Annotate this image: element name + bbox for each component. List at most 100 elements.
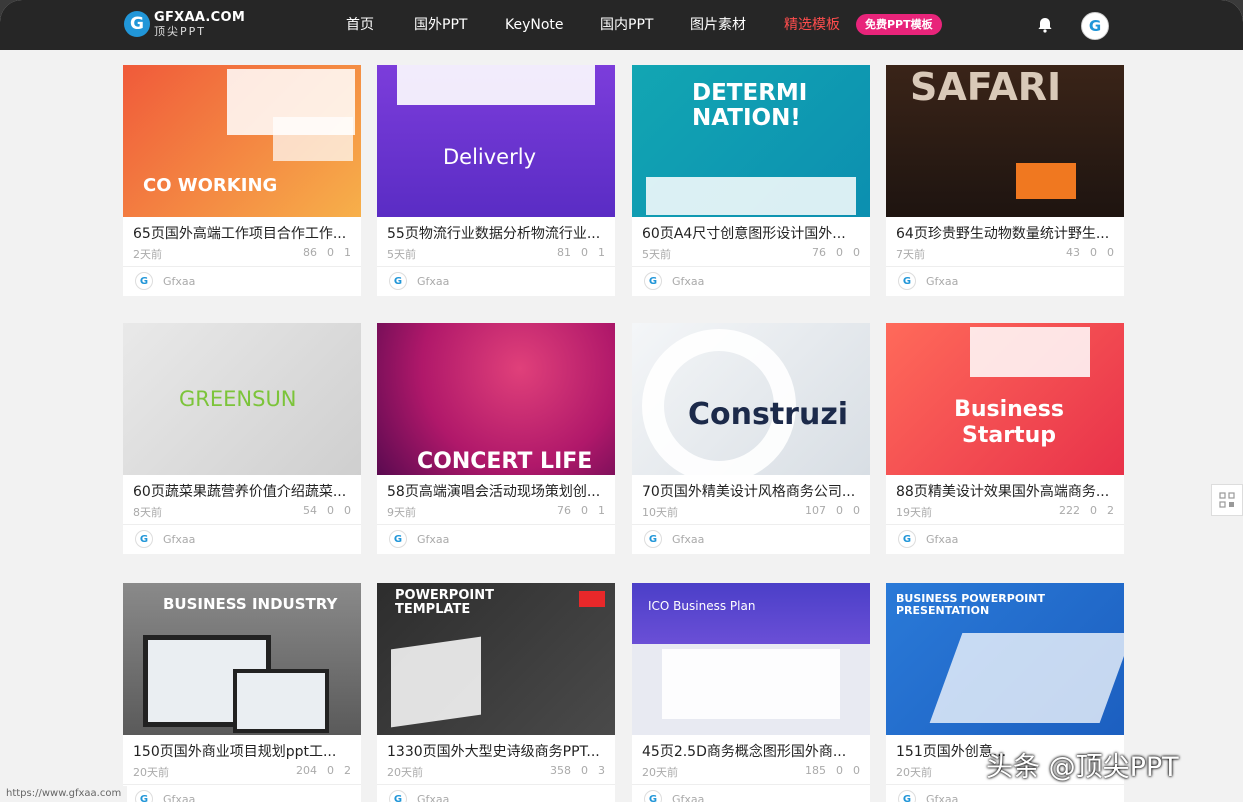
card-thumbnail[interactable]: Deliverly <box>377 65 615 217</box>
view-count: 204 <box>296 764 317 777</box>
view-count: 222 <box>1059 504 1080 517</box>
card-title[interactable]: 60页蔬菜果蔬营养价值介绍蔬菜... <box>133 481 353 501</box>
view-count: 86 <box>303 246 317 259</box>
card-author[interactable]: G Gfxaa <box>898 272 958 290</box>
card-thumbnail[interactable]: POWERPOINT TEMPLATE <box>377 583 615 735</box>
card-thumbnail[interactable]: Business Startup <box>886 323 1124 475</box>
template-card[interactable]: CONCERT LIFE 58页高端演唱会活动现场策划创... 9天前 76 0 1… <box>377 323 615 554</box>
card-date: 19天前 <box>896 506 932 519</box>
status-bar-url: https://www.gfxaa.com <box>0 786 128 802</box>
card-thumbnail[interactable]: Construzi <box>632 323 870 475</box>
card-thumbnail[interactable]: GREENSUN <box>123 323 361 475</box>
qr-code-icon[interactable] <box>1211 484 1243 516</box>
card-title[interactable]: 70页国外精美设计风格商务公司... <box>642 481 862 501</box>
template-card[interactable]: DETERMINATION! 60页A4尺寸创意图形设计国外... 5天前 76… <box>632 65 870 296</box>
card-thumbnail[interactable]: CO WORKING <box>123 65 361 217</box>
comment-count: 0 <box>836 246 843 259</box>
author-name: Gfxaa <box>672 274 705 288</box>
view-count: 76 <box>557 504 571 517</box>
card-thumbnail[interactable]: CONCERT LIFE <box>377 323 615 475</box>
card-author[interactable]: G Gfxaa <box>389 530 449 548</box>
card-meta: 19天前 222 0 2 <box>896 504 1114 520</box>
nav-domestic-ppt[interactable]: 国内PPT <box>600 0 653 50</box>
template-card[interactable]: Deliverly 55页物流行业数据分析物流行业... 5天前 81 0 1 GG… <box>377 65 615 296</box>
like-count: 0 <box>853 246 860 259</box>
nav-home[interactable]: 首页 <box>346 0 374 50</box>
card-title[interactable]: 64页珍贵野生动物数量统计野生... <box>896 223 1116 243</box>
card-title[interactable]: 65页国外高端工作项目合作工作... <box>133 223 353 243</box>
card-date: 20天前 <box>133 766 169 779</box>
nav-foreign-ppt[interactable]: 国外PPT <box>414 0 467 50</box>
like-count: 2 <box>344 764 351 777</box>
author-avatar-icon: G <box>898 272 916 290</box>
card-title[interactable]: 88页精美设计效果国外高端商务... <box>896 481 1116 501</box>
card-date: 5天前 <box>642 248 671 261</box>
divider <box>377 524 615 525</box>
template-card[interactable]: Construzi 70页国外精美设计风格商务公司... 10天前 107 0 0 … <box>632 323 870 554</box>
template-card[interactable]: Business Startup 88页精美设计效果国外高端商务... 19天前… <box>886 323 1124 554</box>
thumbnail-text: Construzi <box>688 397 849 432</box>
card-thumbnail[interactable]: BUSINESS POWERPOINT PRESENTATION <box>886 583 1124 735</box>
card-thumbnail[interactable]: DETERMINATION! <box>632 65 870 217</box>
author-avatar-icon: G <box>135 530 153 548</box>
thumbnail-text: DETERMINATION! <box>692 80 808 131</box>
site-logo[interactable]: G GFXAA.COM 顶尖PPT <box>124 9 245 39</box>
card-title[interactable]: 45页2.5D商务概念图形国外商... <box>642 741 862 761</box>
card-author[interactable]: G Gfxaa <box>135 272 195 290</box>
card-date: 8天前 <box>133 506 162 519</box>
template-card[interactable]: SAFARI 64页珍贵野生动物数量统计野生... 7天前 43 0 0 G Gfxa… <box>886 65 1124 296</box>
card-title[interactable]: 60页A4尺寸创意图形设计国外... <box>642 223 862 243</box>
nav-keynote[interactable]: KeyNote <box>505 0 564 50</box>
thumbnail-text: POWERPOINT TEMPLATE <box>395 588 494 617</box>
card-meta: 20天前 358 0 3 <box>387 764 605 780</box>
card-thumbnail[interactable]: BUSINESS INDUSTRY <box>123 583 361 735</box>
card-author[interactable]: G Gfxaa <box>644 272 704 290</box>
divider <box>123 266 361 267</box>
nav-featured-templates[interactable]: 精选模板 <box>784 0 840 50</box>
card-meta: 8天前 54 0 0 <box>133 504 351 520</box>
template-card[interactable]: GREENSUN 60页蔬菜果蔬营养价值介绍蔬菜... 8天前 54 0 0 G Gf… <box>123 323 361 554</box>
card-title[interactable]: 150页国外商业项目规划ppt工... <box>133 741 353 761</box>
author-avatar-icon: G <box>135 790 153 802</box>
card-title[interactable]: 58页高端演唱会活动现场策划创... <box>387 481 607 501</box>
card-author[interactable]: G Gfxaa <box>389 790 449 802</box>
author-avatar-icon: G <box>644 790 662 802</box>
thumbnail-text: Business Startup <box>954 397 1064 448</box>
card-author[interactable]: G Gfxaa <box>135 790 195 802</box>
card-title[interactable]: 55页物流行业数据分析物流行业... <box>387 223 607 243</box>
card-author[interactable]: G Gfxaa <box>644 530 704 548</box>
card-author[interactable]: G Gfxaa <box>135 530 195 548</box>
free-ppt-button[interactable]: 免费PPT模板 <box>856 14 942 35</box>
card-thumbnail[interactable]: SAFARI <box>886 65 1124 217</box>
card-author[interactable]: G Gfxaa <box>389 272 449 290</box>
card-date: 20天前 <box>896 766 932 779</box>
divider <box>886 266 1124 267</box>
comment-count: 0 <box>836 764 843 777</box>
author-avatar-icon: G <box>389 530 407 548</box>
card-date: 2天前 <box>133 248 162 261</box>
like-count: 2 <box>1107 504 1114 517</box>
nav-image-assets[interactable]: 图片素材 <box>690 0 746 50</box>
thumbnail-text: BUSINESS POWERPOINT PRESENTATION <box>896 592 1045 617</box>
card-meta: 20天前 204 0 2 <box>133 764 351 780</box>
comment-count: 0 <box>1090 504 1097 517</box>
card-author[interactable]: G Gfxaa <box>644 790 704 802</box>
bell-icon[interactable] <box>1035 15 1055 35</box>
thumbnail-text: Deliverly <box>443 145 537 169</box>
author-avatar-icon: G <box>135 272 153 290</box>
card-thumbnail[interactable]: ICO Business Plan <box>632 583 870 735</box>
card-author[interactable]: G Gfxaa <box>898 790 958 802</box>
card-title[interactable]: 1330页国外大型史诗级商务PPT... <box>387 741 607 761</box>
user-avatar[interactable]: G <box>1081 12 1109 40</box>
template-card[interactable]: CO WORKING 65页国外高端工作项目合作工作... 2天前 86 0 1 G… <box>123 65 361 296</box>
author-name: Gfxaa <box>672 792 705 802</box>
card-meta: 2天前 86 0 1 <box>133 246 351 262</box>
author-avatar-icon: G <box>389 272 407 290</box>
template-card[interactable]: ICO Business Plan 45页2.5D商务概念图形国外商... 20… <box>632 583 870 802</box>
card-author[interactable]: G Gfxaa <box>898 530 958 548</box>
template-card[interactable]: POWERPOINT TEMPLATE 1330页国外大型史诗级商务PPT...… <box>377 583 615 802</box>
view-count: 43 <box>1066 246 1080 259</box>
template-card[interactable]: BUSINESS INDUSTRY 150页国外商业项目规划ppt工... 20… <box>123 583 361 802</box>
like-count: 1 <box>598 504 605 517</box>
author-name: Gfxaa <box>417 532 450 546</box>
